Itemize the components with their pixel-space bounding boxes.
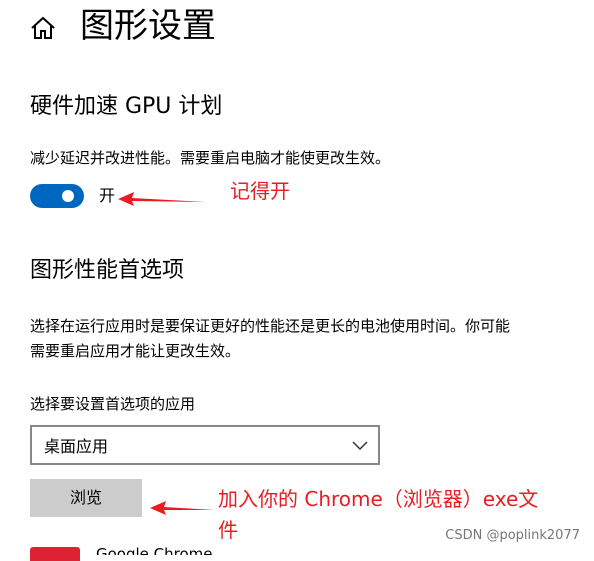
- perf-section-heading: 图形性能首选项: [30, 258, 185, 283]
- annotation-add-chrome-line2: 件: [218, 518, 238, 542]
- page-title: 图形设置: [80, 6, 216, 46]
- watermark: CSDN @poplink2077: [445, 528, 580, 543]
- perf-section-description-line1: 选择在运行应用时是要保证更好的性能还是更长的电池使用时间。你可能: [30, 317, 511, 335]
- app-select-label: 选择要设置首选项的应用: [30, 395, 196, 413]
- arrow-left-icon: [150, 501, 214, 515]
- toggle-state-label: 开: [99, 186, 116, 205]
- chevron-down-icon: [352, 441, 368, 451]
- app-type-select[interactable]: 桌面应用: [30, 425, 380, 465]
- gpu-section-heading: 硬件加速 GPU 计划: [30, 94, 223, 119]
- browse-button[interactable]: 浏览: [30, 479, 142, 517]
- home-icon[interactable]: [30, 16, 56, 40]
- arrow-left-icon: [118, 192, 206, 206]
- perf-section-description-line2: 需要重启应用才能让更改生效。: [30, 342, 241, 360]
- toggle-knob: [62, 190, 74, 202]
- app-list-item-label[interactable]: Google Chrome: [96, 545, 213, 555]
- app-type-select-value: 桌面应用: [44, 437, 109, 456]
- gpu-section-description: 减少延迟并改进性能。需要重启电脑才能使更改生效。: [30, 149, 391, 167]
- app-icon: [30, 547, 80, 561]
- annotation-remember-on: 记得开: [230, 179, 290, 203]
- gpu-scheduling-toggle[interactable]: [30, 184, 84, 208]
- annotation-add-chrome-line1: 加入你的 Chrome（浏览器）exe文: [218, 487, 539, 511]
